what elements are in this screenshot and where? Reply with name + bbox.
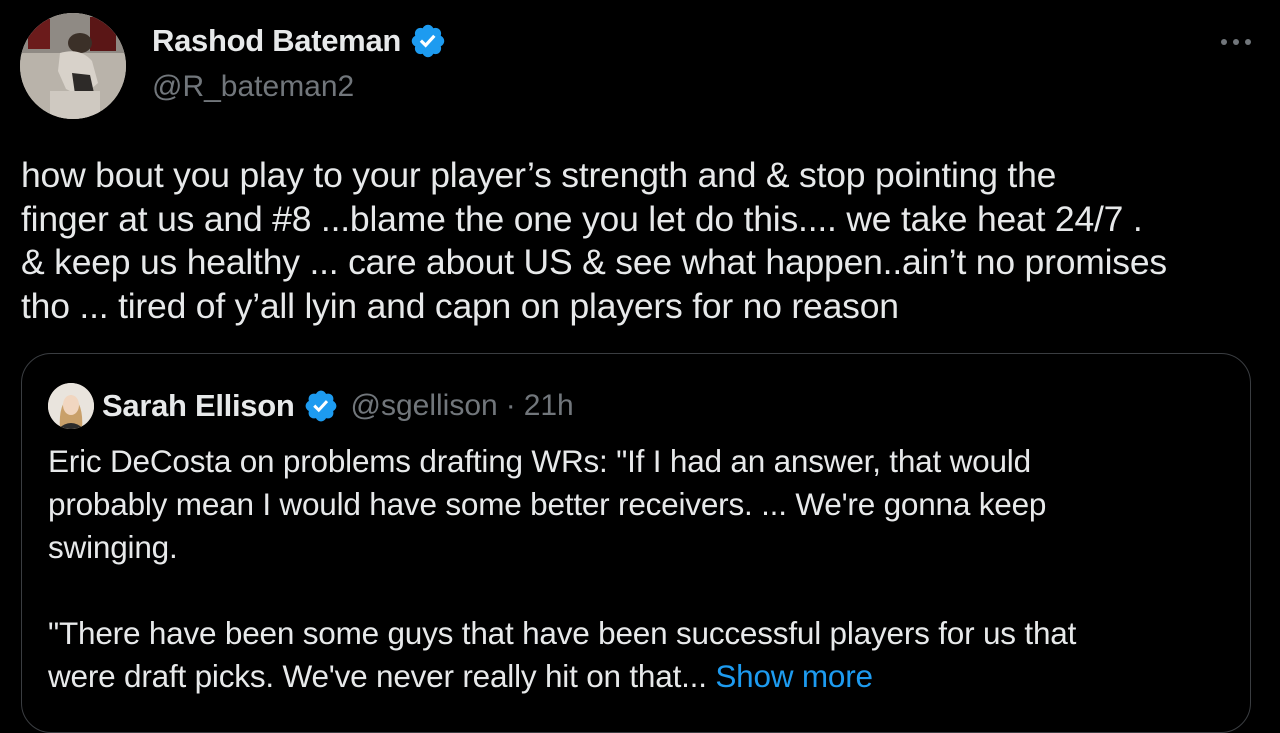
tweet: Rashod Bateman @R_bateman2 how bout you … xyxy=(0,0,1280,733)
more-options-icon xyxy=(1221,39,1251,45)
author-name-row: Rashod Bateman xyxy=(152,22,447,60)
quoted-paragraph-2: "There have been some guys that have bee… xyxy=(48,612,1218,698)
quoted-paragraph-1: Eric DeCosta on problems drafting WRs: "… xyxy=(48,443,1047,565)
author-handle[interactable]: @R_bateman2 xyxy=(152,70,447,104)
quoted-author-handle[interactable]: @sgellison xyxy=(351,389,498,423)
quoted-tweet-timestamp[interactable]: 21h xyxy=(524,389,574,423)
verified-badge-icon[interactable] xyxy=(303,388,339,424)
show-more-link[interactable]: Show more xyxy=(715,658,873,694)
author-avatar[interactable] xyxy=(20,13,126,119)
quoted-tweet-header: Sarah Ellison @sgellison · 21h xyxy=(48,383,574,429)
verified-badge-icon[interactable] xyxy=(409,22,447,60)
author-display-name[interactable]: Rashod Bateman xyxy=(152,23,401,59)
separator-dot: · xyxy=(505,389,516,422)
quoted-tweet[interactable]: Sarah Ellison @sgellison · 21h Eric DeCo… xyxy=(21,353,1251,733)
author-info: Rashod Bateman @R_bateman2 xyxy=(152,22,447,104)
quoted-paragraph-2-text: "There have been some guys that have bee… xyxy=(48,615,1077,694)
quoted-tweet-text: Eric DeCosta on problems drafting WRs: "… xyxy=(48,440,1218,698)
more-options-button[interactable] xyxy=(1212,20,1260,64)
tweet-text: how bout you play to your player’s stren… xyxy=(21,155,1167,326)
quoted-author-avatar[interactable] xyxy=(48,383,94,429)
quoted-author-name[interactable]: Sarah Ellison xyxy=(102,388,295,424)
